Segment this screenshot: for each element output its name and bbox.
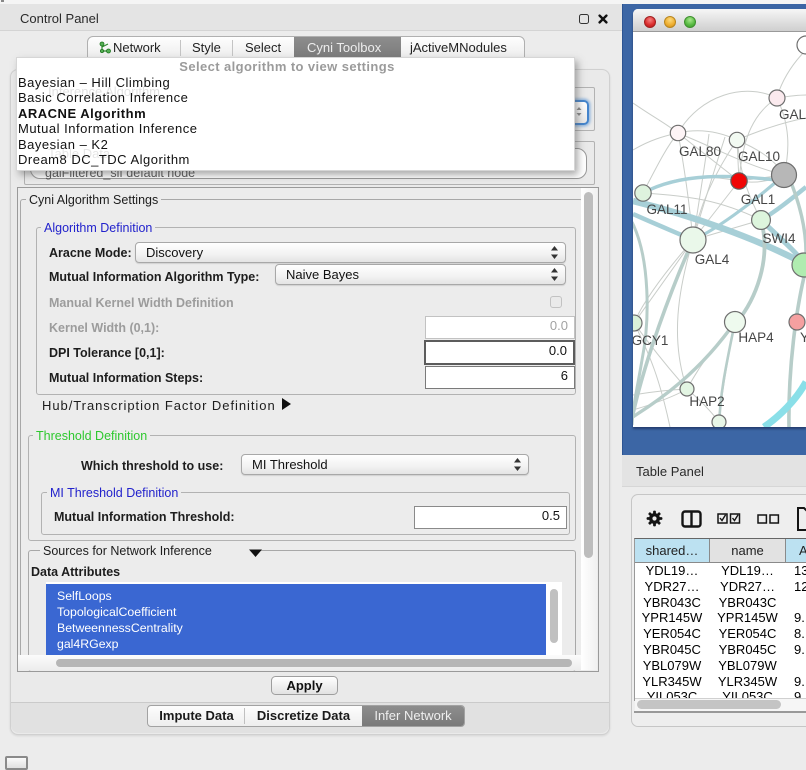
svg-text:Y: Y — [800, 330, 806, 345]
svg-text:GAL10: GAL10 — [738, 149, 780, 164]
svg-text:GAL1: GAL1 — [741, 192, 776, 207]
svg-text:HAP2: HAP2 — [689, 394, 724, 409]
svg-text:HAP4: HAP4 — [738, 330, 774, 345]
svg-text:GAL7: GAL7 — [779, 107, 806, 122]
svg-text:GCY1: GCY1 — [633, 333, 668, 348]
svg-text:GAL80: GAL80 — [679, 144, 721, 159]
svg-text:GAL4: GAL4 — [695, 252, 730, 267]
svg-text:SWI4: SWI4 — [762, 231, 795, 246]
svg-text:GAL11: GAL11 — [646, 202, 687, 217]
